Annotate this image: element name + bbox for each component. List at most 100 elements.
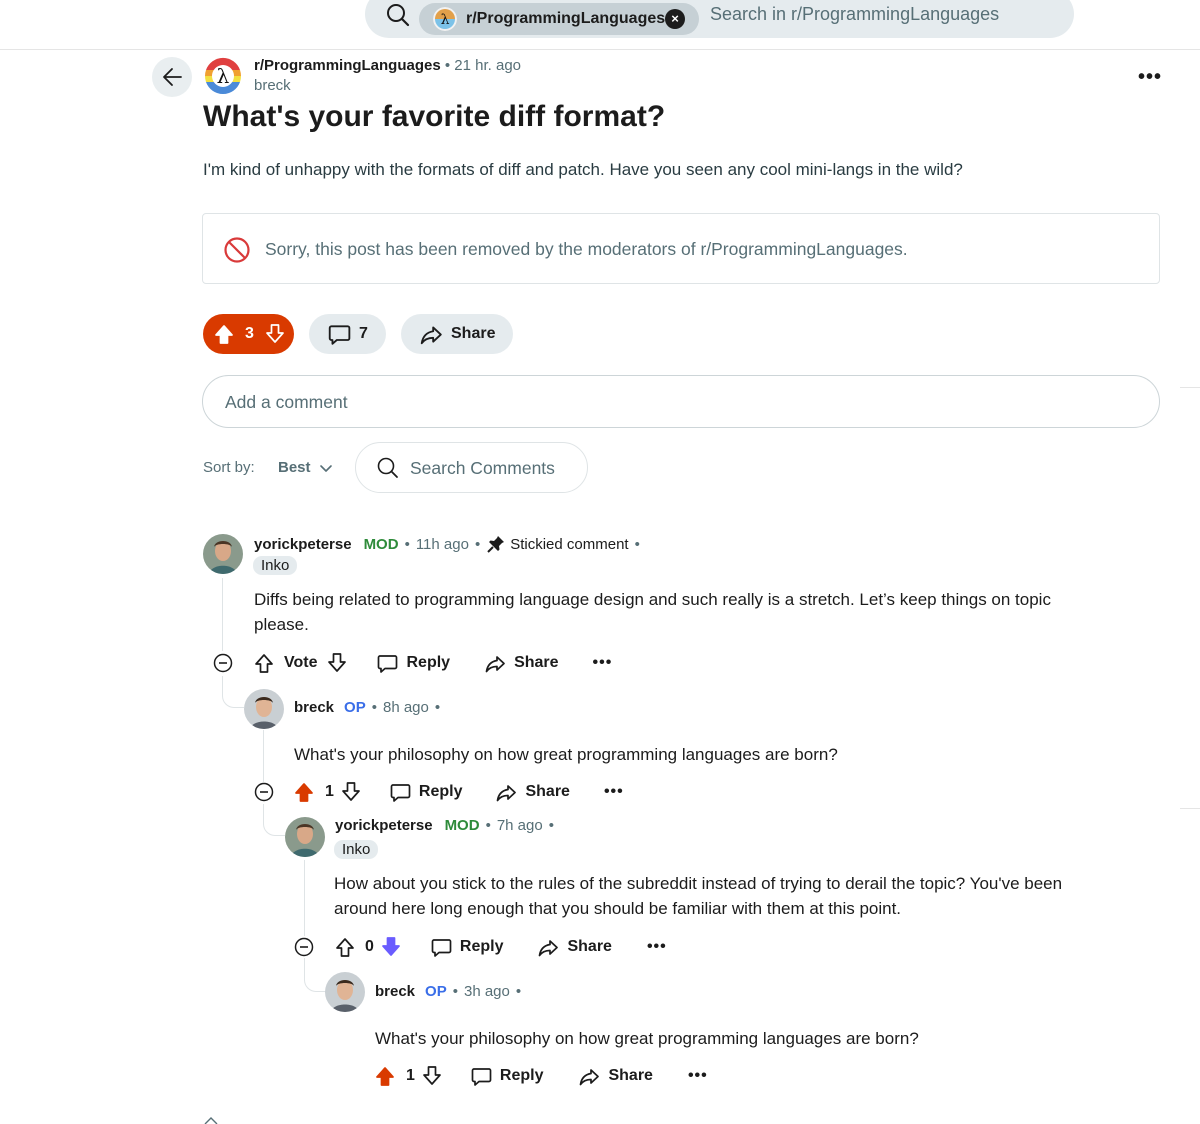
- upvote-icon[interactable]: [213, 323, 235, 345]
- search-comments-placeholder: Search Comments: [410, 458, 555, 478]
- subreddit-avatar[interactable]: λ: [203, 56, 243, 96]
- downvote-active-icon[interactable]: [380, 936, 402, 958]
- user-avatar-icon: [244, 689, 284, 729]
- post-more-options-icon[interactable]: •••: [1138, 66, 1162, 89]
- comment-author[interactable]: breck: [375, 983, 415, 1000]
- user-flair: Inko: [253, 556, 298, 575]
- comment-actions: 1 Reply Share •••: [293, 780, 624, 804]
- downvote-icon[interactable]: [264, 323, 286, 345]
- search-icon: [377, 457, 398, 478]
- collapse-thread-icon[interactable]: [254, 782, 274, 802]
- comment-icon: [378, 655, 398, 673]
- stickied-label: Stickied comment: [510, 535, 629, 553]
- vote-count: 1: [406, 1067, 415, 1084]
- share-icon: [420, 326, 442, 345]
- more-options-icon[interactable]: •••: [688, 1067, 708, 1085]
- collapse-thread-icon[interactable]: [213, 653, 233, 673]
- comment-author[interactable]: breck: [294, 699, 334, 716]
- comment-time: 7h ago: [496, 817, 543, 834]
- sort-dropdown[interactable]: Best: [278, 459, 311, 476]
- reply-button[interactable]: Reply: [470, 1065, 543, 1087]
- search-placeholder: Search in r/ProgrammingLanguages: [710, 4, 1000, 24]
- mod-badge: MOD: [363, 535, 399, 553]
- upvote-icon[interactable]: [253, 652, 275, 674]
- comment-meta: yorickpeterse MOD • 11h ago • Stickied c…: [254, 535, 640, 553]
- avatar[interactable]: [285, 817, 325, 857]
- thread-elbow: [304, 958, 326, 992]
- thread-elbow: [222, 676, 244, 708]
- post-vote-control: 3: [203, 314, 294, 354]
- comment-meta: breck OP • 3h ago •: [375, 983, 522, 1000]
- comment-body: What's your philosophy on how great prog…: [375, 1029, 919, 1048]
- post-author[interactable]: breck: [254, 77, 291, 94]
- back-button[interactable]: [152, 57, 192, 97]
- removed-notice-text: Sorry, this post has been removed by the…: [265, 239, 908, 259]
- vote-count: 0: [365, 938, 374, 955]
- collapse-thread-icon[interactable]: [294, 937, 314, 957]
- share-icon: [497, 785, 517, 802]
- comment-time: 3h ago: [463, 983, 510, 1000]
- comment-icon: [390, 784, 411, 802]
- share-icon: [539, 940, 559, 957]
- comments-button[interactable]: 7: [309, 314, 386, 354]
- post-title: What's your favorite diff format?: [203, 100, 666, 133]
- downvote-icon[interactable]: [326, 652, 348, 674]
- subreddit-avatar-icon: λ: [433, 7, 457, 31]
- comment-author[interactable]: yorickpeterse: [254, 536, 352, 553]
- share-button[interactable]: Share: [537, 936, 612, 958]
- pin-icon: [487, 536, 505, 553]
- comment-body: What's your philosophy on how great prog…: [294, 745, 838, 764]
- add-comment-placeholder: Add a comment: [225, 392, 348, 412]
- post-time: 21 hr. ago: [454, 57, 522, 74]
- upvote-active-icon[interactable]: [374, 1065, 396, 1087]
- more-options-icon[interactable]: •••: [593, 654, 613, 672]
- prohibited-icon: [224, 237, 250, 263]
- lambda-rainbow-icon: λ: [203, 56, 243, 96]
- op-badge: OP: [425, 983, 447, 1000]
- user-avatar-icon: [203, 534, 243, 574]
- comment-icon: [471, 1068, 492, 1086]
- share-button[interactable]: Share: [484, 652, 559, 674]
- search-comments-input[interactable]: Search Comments: [355, 442, 588, 493]
- op-badge: OP: [344, 699, 366, 716]
- user-avatar-icon: [325, 972, 365, 1012]
- comment-body: How about you stick to the rules of the …: [334, 874, 1063, 918]
- share-button[interactable]: Share: [401, 314, 513, 354]
- comment-actions: 1 Reply Share •••: [374, 1064, 708, 1088]
- more-options-icon[interactable]: •••: [647, 938, 667, 956]
- reply-button[interactable]: Reply: [389, 781, 462, 803]
- downvote-icon[interactable]: [421, 1065, 443, 1087]
- user-avatar-icon: [285, 817, 325, 857]
- avatar[interactable]: [203, 534, 243, 574]
- comment-actions: 0 Reply Share •••: [334, 935, 667, 959]
- subreddit-link[interactable]: r/ProgrammingLanguages: [254, 57, 441, 74]
- mod-badge: MOD: [444, 817, 480, 834]
- avatar[interactable]: [244, 689, 284, 729]
- user-flair: Inko: [334, 840, 379, 859]
- divider: [1180, 387, 1200, 388]
- reply-button[interactable]: Reply: [376, 652, 450, 674]
- global-search-bar[interactable]: λ r/ProgrammingLanguages × Search in r/P…: [365, 0, 1074, 38]
- partial-icon: [204, 1117, 218, 1124]
- more-options-icon[interactable]: •••: [604, 783, 624, 801]
- comment-icon: [328, 325, 351, 345]
- share-button[interactable]: Share: [578, 1065, 653, 1087]
- avatar[interactable]: [325, 972, 365, 1012]
- downvote-icon[interactable]: [340, 781, 362, 803]
- remove-chip-icon[interactable]: ×: [665, 9, 685, 29]
- top-bar: λ r/ProgrammingLanguages × Search in r/P…: [0, 0, 1200, 50]
- community-search-chip[interactable]: λ r/ProgrammingLanguages ×: [419, 3, 699, 35]
- add-comment-input[interactable]: Add a comment: [202, 375, 1160, 428]
- comment-meta: breck OP • 8h ago •: [294, 699, 441, 716]
- comment-count: 7: [359, 325, 368, 342]
- upvote-active-icon[interactable]: [293, 781, 315, 803]
- reply-button[interactable]: Reply: [430, 936, 503, 958]
- thread-elbow: [263, 804, 285, 836]
- comment-author[interactable]: yorickpeterse: [335, 817, 433, 834]
- thread-line: [222, 578, 223, 651]
- upvote-icon[interactable]: [334, 936, 356, 958]
- svg-text:λ: λ: [441, 12, 450, 28]
- comment-meta: yorickpeterse MOD • 7h ago •: [335, 817, 554, 834]
- share-button[interactable]: Share: [495, 781, 570, 803]
- chevron-down-icon[interactable]: [318, 460, 334, 476]
